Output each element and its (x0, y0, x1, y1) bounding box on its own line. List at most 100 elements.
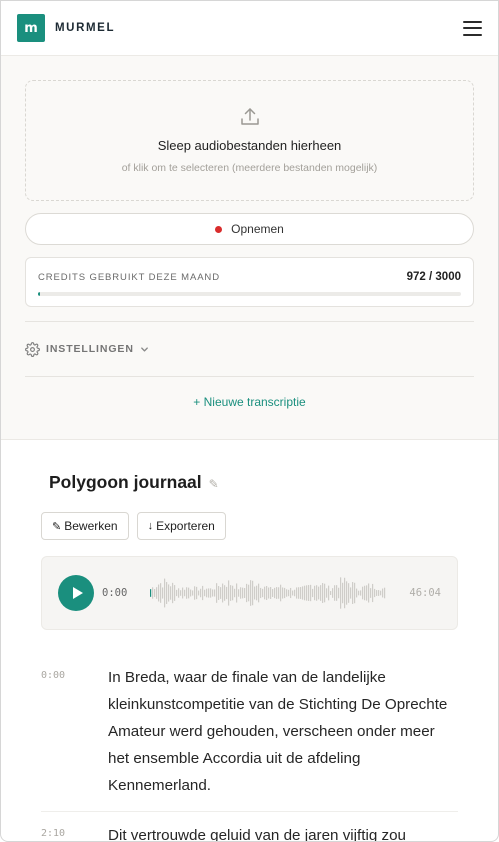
waveform-bar (266, 586, 268, 600)
app-window: m MURMEL Sleep audiobestanden hierheen o… (0, 0, 499, 842)
audio-dropzone[interactable]: Sleep audiobestanden hierheen of klik om… (25, 80, 474, 201)
audio-player: 0:00 46:04 (41, 556, 458, 630)
waveform[interactable] (148, 574, 386, 612)
waveform-bar (358, 590, 360, 596)
waveform-bar (200, 588, 202, 598)
waveform-bar (210, 588, 212, 598)
waveform-bar (364, 585, 366, 601)
record-button[interactable]: Opnemen (25, 213, 474, 245)
waveform-bar (216, 583, 218, 603)
waveform-bar (166, 582, 168, 604)
waveform-bar (150, 589, 152, 597)
waveform-bar (242, 587, 244, 599)
waveform-bar (208, 588, 210, 598)
waveform-bar (376, 590, 378, 596)
waveform-bar (332, 588, 334, 598)
export-button[interactable]: ↓ Exporteren (136, 512, 226, 540)
waveform-bar (272, 589, 274, 597)
waveform-bar (304, 585, 306, 601)
waveform-bar (248, 584, 250, 602)
segment-text[interactable]: Dit vertrouwde geluid van de jaren vijft… (108, 822, 406, 841)
dropzone-title: Sleep audiobestanden hierheen (157, 138, 342, 153)
waveform-bar (274, 587, 276, 599)
waveform-bar (174, 585, 176, 601)
waveform-bar (226, 586, 228, 600)
logo-icon[interactable]: m (17, 14, 45, 42)
credits-progress-fill (38, 292, 41, 296)
waveform-bar (320, 585, 322, 601)
transcript-title: Polygoon journaal (49, 472, 202, 492)
waveform-bar (288, 589, 290, 597)
waveform-bar (168, 584, 170, 602)
waveform-bar (160, 583, 162, 603)
new-transcript-link[interactable]: + Nieuwe transcriptie (25, 377, 474, 409)
waveform-bar (326, 588, 328, 598)
waveform-bar (276, 587, 278, 599)
waveform-bar (236, 583, 238, 603)
waveform-bar (340, 577, 342, 609)
brand-name: MURMEL (55, 22, 116, 34)
record-label: Opnemen (231, 222, 284, 236)
waveform-bar (182, 587, 184, 599)
waveform-bar (366, 585, 368, 601)
waveform-bar (352, 582, 354, 604)
settings-toggle[interactable]: INSTELLINGEN (25, 322, 474, 376)
segment-timestamp[interactable]: 2:10 (41, 822, 108, 841)
waveform-bar (336, 585, 338, 601)
waveform-bar (344, 577, 346, 609)
upload-panel: Sleep audiobestanden hierheen of klik om… (1, 56, 498, 440)
waveform-bar (264, 586, 266, 600)
waveform-bar (214, 589, 216, 597)
hamburger-menu-icon[interactable] (463, 20, 482, 36)
credits-label: CREDITS GEBRUIKT DEZE MAAND (38, 271, 220, 283)
waveform-bar (202, 585, 204, 601)
waveform-bar (164, 578, 166, 608)
waveform-bar (380, 590, 382, 596)
waveform-bar (368, 583, 370, 603)
arrow-down-icon: ↓ (147, 520, 154, 532)
edit-button[interactable]: ✎ Bewerken (41, 512, 129, 540)
waveform-bar (360, 590, 362, 596)
export-label: Exporteren (156, 519, 215, 533)
waveform-bar (318, 586, 320, 600)
waveform-bar (338, 587, 340, 599)
waveform-bar (190, 589, 192, 597)
waveform-bar (246, 583, 248, 603)
waveform-bar (238, 589, 240, 597)
play-icon (72, 587, 83, 599)
chevron-down-icon (140, 346, 148, 352)
transcript-section: Polygoon journaal ✎ ✎ Bewerken ↓ Exporte… (1, 440, 498, 841)
waveform-bar (312, 588, 314, 598)
waveform-bar (184, 589, 186, 597)
waveform-bar (250, 580, 252, 606)
waveform-bar (280, 584, 282, 602)
waveform-bar (206, 588, 208, 598)
waveform-bar (254, 586, 256, 600)
segment-timestamp[interactable]: 0:00 (41, 664, 108, 799)
play-button[interactable] (58, 575, 94, 611)
segment-text[interactable]: In Breda, waar de finale van de landelij… (108, 664, 458, 799)
waveform-bar (296, 587, 298, 599)
waveform-bar (234, 588, 236, 598)
waveform-bar (370, 588, 372, 598)
edit-label: Bewerken (64, 519, 118, 533)
waveform-bar (186, 587, 188, 599)
waveform-bar (362, 586, 364, 600)
waveform-bar (230, 585, 232, 601)
waveform-bar (302, 586, 304, 600)
waveform-bar (292, 590, 294, 596)
waveform-bar (334, 585, 336, 601)
waveform-bar (244, 588, 246, 598)
waveform-bar (342, 582, 344, 604)
waveform-bar (152, 587, 154, 599)
waveform-bar (294, 589, 296, 597)
edit-title-pencil-icon[interactable]: ✎ (209, 477, 219, 491)
waveform-bar (322, 583, 324, 603)
waveform-bar (298, 587, 300, 599)
settings-label: INSTELLINGEN (46, 343, 134, 355)
waveform-bar (290, 587, 292, 599)
waveform-bar (350, 587, 352, 599)
waveform-bar (306, 585, 308, 601)
duration: 46:04 (409, 587, 441, 599)
waveform-bar (256, 585, 258, 601)
